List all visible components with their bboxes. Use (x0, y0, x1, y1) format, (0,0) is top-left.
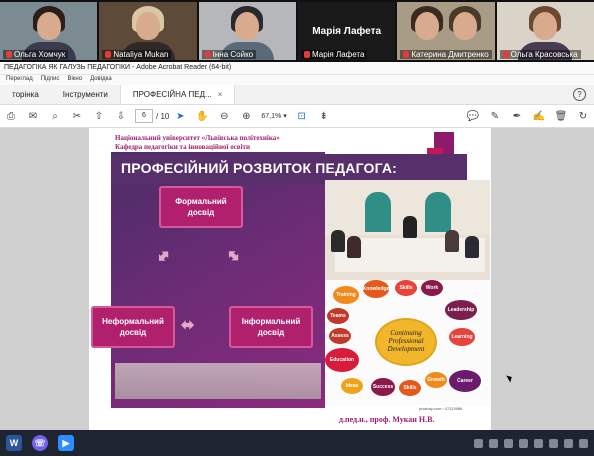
muted-mic-icon (303, 51, 310, 58)
zoom-select[interactable]: 67,1% ▾ (257, 112, 290, 121)
rotate-icon[interactable]: ↻ (572, 106, 594, 126)
help-icon[interactable]: ? (573, 88, 586, 101)
participant-tile[interactable]: Ольга Хомчук (0, 2, 98, 60)
menu-item-sign[interactable]: Підпис (41, 76, 60, 84)
word-bubble: Teams (327, 308, 349, 324)
word-bubble: Education (325, 348, 359, 372)
word-bubble: Success (371, 378, 395, 396)
zoom-in-icon[interactable]: ⊕ (235, 106, 257, 126)
menu-item-help[interactable]: Довідка (90, 76, 112, 84)
highlight-icon[interactable]: ✎ (484, 106, 506, 126)
word-bubble: Skills (399, 380, 421, 396)
participant-display-name: Марія Лафета (312, 25, 382, 37)
tray-icon[interactable] (474, 438, 483, 448)
tab-bar: торінка Інструменти ПРОФЕСІЙНА ПЕД... × … (0, 85, 594, 105)
tray-icon[interactable] (579, 438, 588, 448)
video-strip: Ольга Хомчук Nataliya Mukan Інна Сойко М… (0, 0, 594, 62)
word-bubble: Training (333, 286, 359, 304)
system-tray (474, 438, 588, 448)
participant-name: Ольга Красовська (499, 50, 581, 59)
cursor-tool-icon[interactable]: ➤ (169, 106, 191, 126)
cpd-word-cloud: Continuing Professional Development Trai… (325, 280, 490, 405)
tab-tools[interactable]: Інструменти (51, 85, 120, 104)
viber-app-icon[interactable]: ☏ (32, 435, 48, 451)
participant-tile[interactable]: Марія Лафета Марія Лафета (297, 2, 396, 60)
tray-icon[interactable] (534, 438, 543, 448)
window-title: ПЕДАГОГІКА ЯК ГАЛУЗЬ ПЕДАГОГІКИ - Adobe … (0, 62, 594, 75)
menu-item-window[interactable]: Вікно (67, 76, 82, 84)
page-number-input[interactable]: 6 (135, 109, 153, 123)
scroll-mode-icon[interactable]: ⇟ (313, 106, 335, 126)
muted-mic-icon (105, 51, 112, 58)
page-total: / 10 (156, 111, 170, 121)
participant-name: Інна Сойко (201, 50, 257, 59)
classroom-photo (325, 180, 490, 280)
image-credit: pixabay.com • 47113986 (419, 406, 463, 411)
prev-page-icon[interactable]: ⇧ (88, 106, 110, 126)
draw-icon[interactable]: ✒ (506, 106, 528, 126)
word-app-icon[interactable]: W (6, 435, 22, 451)
participant-tile[interactable]: Інна Сойко (198, 2, 296, 60)
muted-mic-icon (6, 51, 12, 58)
word-bubble: Ideas (341, 378, 363, 394)
tray-icon[interactable] (519, 438, 528, 448)
sign-icon[interactable]: ✍ (528, 106, 550, 126)
muted-mic-icon (204, 51, 211, 58)
toolbar: ⎙ ✉ ⌕ ✂ ⇧ ⇩ 6 / 10 ➤ ✋ ⊖ ⊕ 67,1% ▾ ⊡ ⇟ 💬 … (0, 105, 594, 128)
participant-tile[interactable]: Ольга Красовська (496, 2, 594, 60)
informal-experience-box: Інформальний досвід (229, 306, 313, 348)
tab-document[interactable]: ПРОФЕСІЙНА ПЕД... × (119, 85, 236, 104)
tray-icon[interactable] (489, 438, 498, 448)
email-icon[interactable]: ✉ (22, 106, 44, 126)
author-caption: д.пед.н., проф. Мукан Н.В. (339, 415, 435, 424)
print-icon[interactable]: ⎙ (0, 106, 22, 126)
muted-mic-icon (403, 51, 410, 58)
search-icon[interactable]: ⌕ (44, 106, 66, 126)
tray-icon[interactable] (549, 438, 558, 448)
arrow-icon: ⬌ (181, 317, 195, 334)
tray-icon[interactable] (504, 438, 513, 448)
tab-document-label: ПРОФЕСІЙНА ПЕД... (132, 90, 212, 99)
delete-icon[interactable]: 🗑 (550, 106, 572, 126)
tab-home[interactable]: торінка (0, 85, 51, 104)
taskbar: W ☏ ▶ (0, 430, 594, 456)
scissors-icon[interactable]: ✂ (66, 106, 88, 126)
participant-name: Ольга Хомчук (3, 50, 69, 59)
word-bubble: Knowledge (363, 280, 389, 298)
building-sketch-image (115, 363, 321, 399)
zoom-out-icon[interactable]: ⊖ (213, 106, 235, 126)
word-bubble: Career (449, 370, 481, 392)
participant-name: Марія Лафета (300, 50, 368, 59)
muted-mic-icon (502, 51, 509, 58)
hand-tool-icon[interactable]: ✋ (191, 106, 213, 126)
menu-item-view[interactable]: Переглад (6, 76, 33, 84)
tray-icon[interactable] (564, 438, 573, 448)
university-name: Національний університет «Львівська полі… (115, 134, 280, 142)
zoom-app-icon[interactable]: ▶ (58, 435, 74, 451)
comment-icon[interactable]: 💬 (462, 106, 484, 126)
word-bubble: Work (421, 280, 443, 296)
word-bubble: Growth (425, 372, 447, 388)
formal-experience-box: Формальний досвід (159, 186, 243, 228)
participant-tile[interactable]: Nataliya Mukan (99, 2, 197, 60)
word-bubble: Skills (395, 280, 417, 296)
department-name: Кафедра педагогіки та інноваційної освіт… (115, 143, 250, 151)
next-page-icon[interactable]: ⇩ (110, 106, 132, 126)
word-bubble: Learning (449, 328, 475, 346)
pdf-page: Національний університет «Львівська полі… (89, 128, 491, 430)
document-area[interactable]: Національний університет «Львівська полі… (0, 128, 594, 430)
close-icon[interactable]: × (218, 90, 223, 99)
fit-page-icon[interactable]: ⊡ (291, 106, 313, 126)
zoom-value: 67,1% (261, 112, 282, 120)
cloud-center-label: Continuing Professional Development (375, 318, 437, 366)
nonformal-experience-box: Неформальний досвід (91, 306, 175, 348)
participant-name: Катерина Дмитренко (400, 50, 492, 59)
screen: Ольга Хомчук Nataliya Mukan Інна Сойко М… (0, 0, 594, 456)
chevron-down-icon: ▾ (283, 113, 287, 120)
menu-bar: Переглад Підпис Вікно Довідка (0, 75, 594, 85)
participant-name: Nataliya Mukan (102, 50, 172, 59)
participant-tile[interactable]: Катерина Дмитренко (397, 2, 495, 60)
word-bubble: Assess (329, 328, 351, 344)
word-bubble: Leadership (445, 300, 477, 320)
